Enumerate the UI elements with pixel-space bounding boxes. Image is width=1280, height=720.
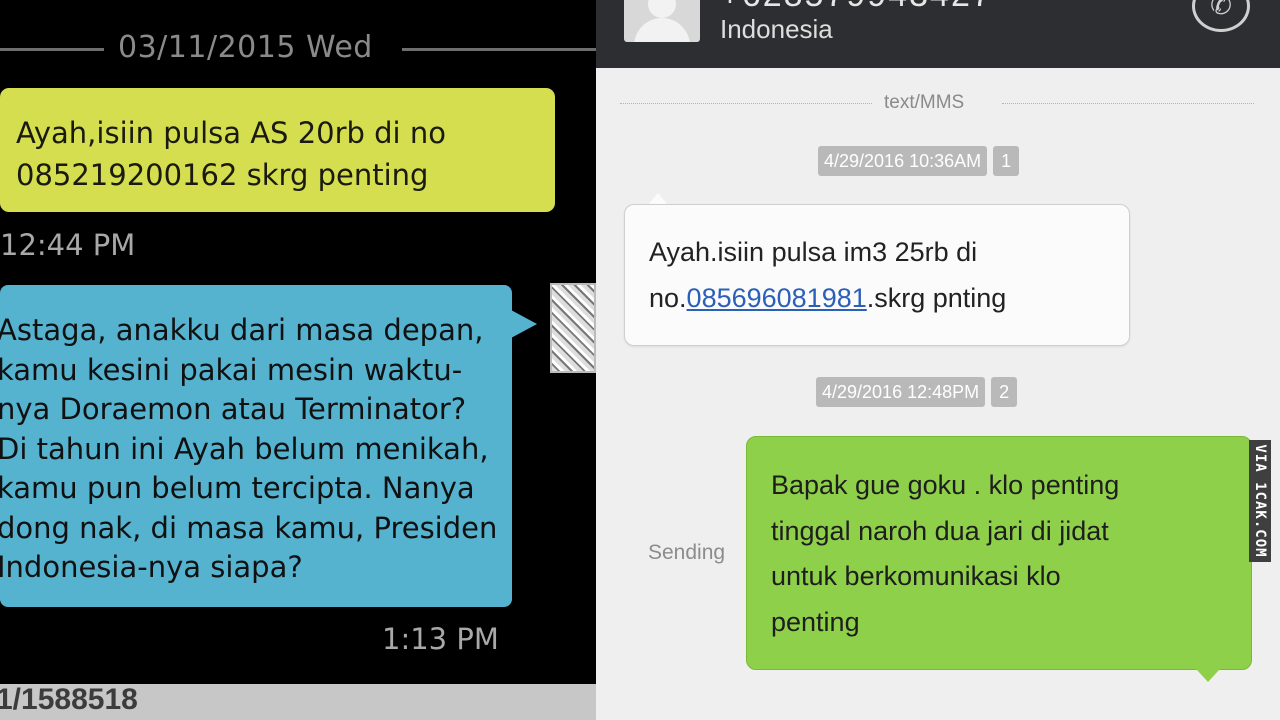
message-line: Ayah,isiin pulsa AS 20rb di no [16,116,446,150]
right-screenshot-panel: +628579943427 Indonesia ✆ text/MMS 4/29/… [596,0,1280,720]
divider-line-right [1002,103,1254,104]
timestamp-chip: 4/29/2016 10:36AM 1 [818,146,1020,176]
message-bubble-reply[interactable]: Astaga, anakku dari masa depan, kamu kes… [0,285,512,607]
message-line: kamu kesini pakai mesin waktu- [0,352,463,387]
message-line: Indonesia-nya siapa? [0,550,303,584]
message-time: 12:44 PM [0,228,136,262]
message-bubble-outgoing[interactable]: Bapak gue goku . klo penting tinggal nar… [746,436,1252,670]
message-bubble-incoming[interactable]: Ayah.isiin pulsa im3 25rb di no.08569608… [624,204,1130,346]
message-text-prefix: no. [649,283,687,313]
message-line: untuk berkomunikasi klo [771,561,1061,591]
watermark-bar: 1/1588518 [0,683,596,720]
message-line: Astaga, anakku dari masa depan, [0,313,484,347]
message-line: Di tahun ini Ayah belum menikah, [0,431,489,466]
message-line: 085219200162 skrg penting [16,158,429,192]
phone-number-link[interactable]: 085696081981 [687,283,867,313]
contact-country: Indonesia [720,14,833,44]
conversation-header: +628579943427 Indonesia ✆ [596,0,1280,68]
timestamp-text: 4/29/2016 10:36AM [818,146,988,176]
date-divider-label: 03/11/2015 Wed [118,30,373,65]
message-line: kamu pun belum tercipta. Nanya [0,471,475,505]
phone-icon[interactable]: ✆ [1192,0,1250,32]
divider-line-left [0,48,104,51]
side-watermark: VIA 1CAK.COM [1249,440,1271,562]
divider-line-left [620,103,872,104]
contact-number: +628579943427 [720,0,993,15]
message-index-badge: 2 [991,377,1018,407]
sender-avatar-icon[interactable] [550,283,596,373]
bubble-tail [1196,669,1220,682]
sending-status: Sending [648,541,726,564]
message-line: Ayah.isiin pulsa im3 25rb di [649,237,978,267]
message-line: tinggal naroh dua jari di jidat [771,515,1109,546]
message-index-badge: 1 [993,146,1020,176]
mms-divider: text/MMS [620,92,1254,116]
watermark-text: 1/1588518 [0,683,138,716]
message-line: Bapak gue goku . klo penting [771,470,1120,500]
left-screenshot-panel: 03/11/2015 Wed Ayah,isiin pulsa AS 20rb … [0,0,596,720]
side-watermark-text: VIA 1CAK.COM [1252,444,1268,558]
message-line: nya Doraemon atau Terminator? [0,392,467,426]
message-line: no.085696081981.skrg pnting [649,275,1129,321]
timestamp-text: 4/29/2016 12:48PM [816,377,986,407]
message-line: penting [771,606,860,637]
message-text-suffix: .skrg pnting [866,283,1007,313]
avatar-body-shape [634,18,690,42]
message-bubble-incoming[interactable]: Ayah,isiin pulsa AS 20rb di no 085219200… [0,88,555,212]
mms-divider-label: text/MMS [884,92,965,113]
avatar-head-shape [648,0,676,18]
message-line: dong nak, di masa kamu, Presiden [0,510,498,545]
message-time: 1:13 PM [382,622,499,656]
contact-avatar-icon[interactable] [624,0,700,42]
divider-line-right [402,48,596,51]
timestamp-chip: 4/29/2016 12:48PM 2 [816,377,1018,407]
bubble-tail [511,310,537,338]
date-divider: 03/11/2015 Wed [0,26,596,72]
